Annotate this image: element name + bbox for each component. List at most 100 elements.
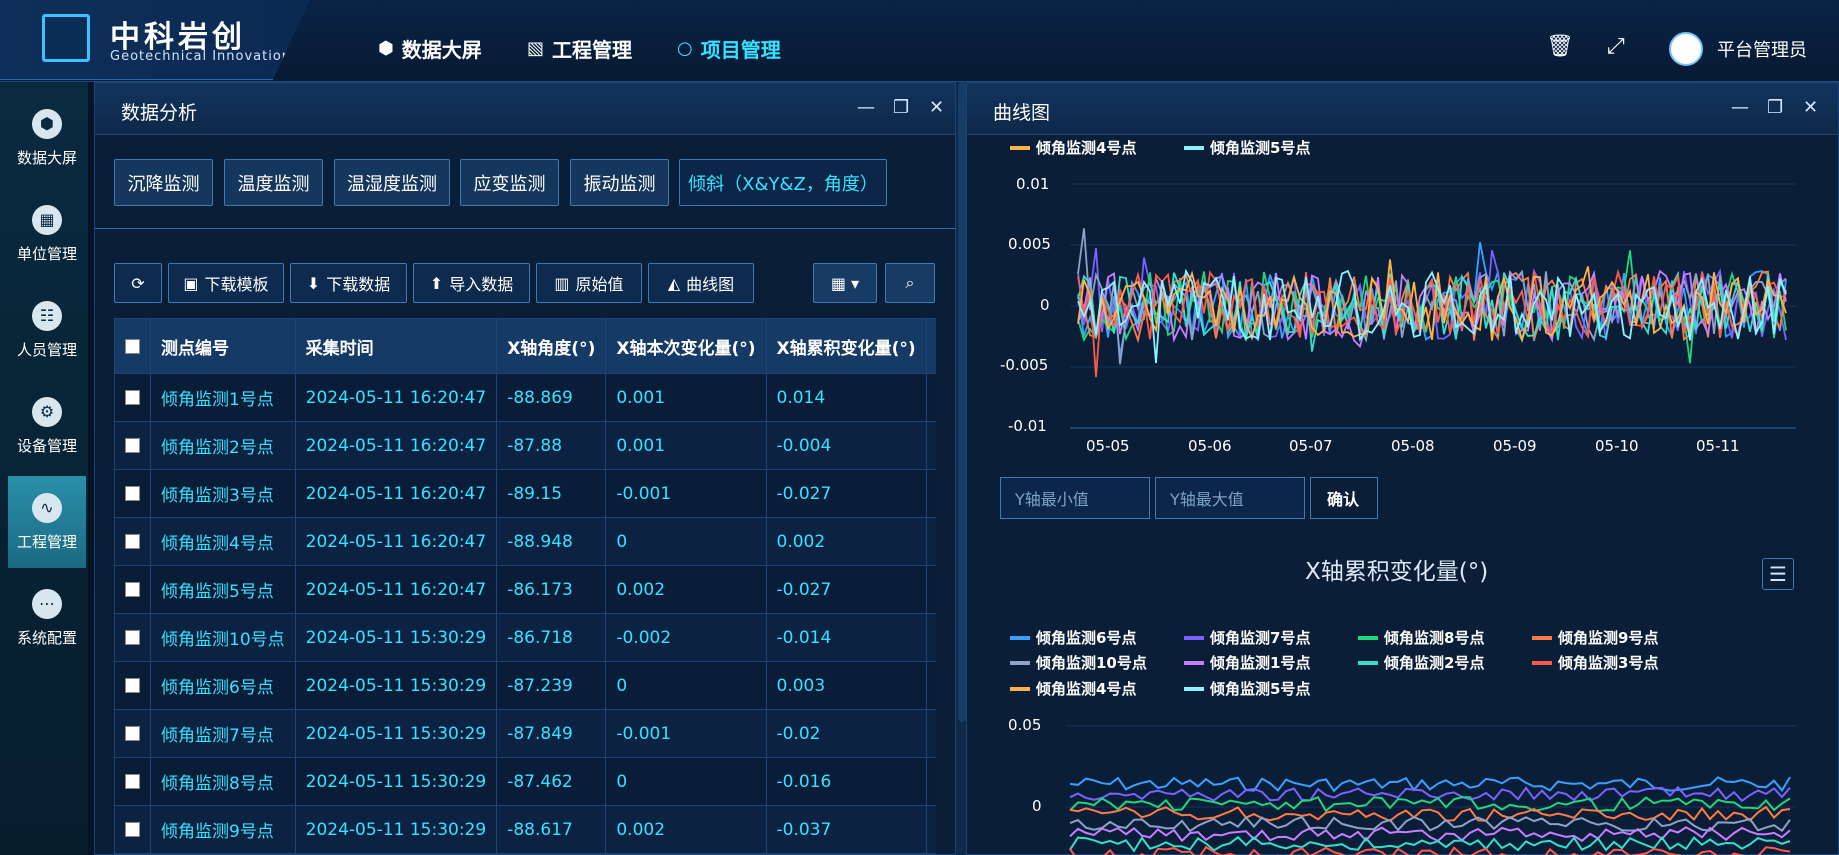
col-header[interactable]: X轴本次变化量(°) <box>605 318 767 374</box>
sidebar-item-devices[interactable]: ⚙ 设备管理 <box>8 380 86 472</box>
row-checkbox[interactable] <box>125 534 140 549</box>
row-checkbox[interactable] <box>125 486 140 501</box>
tab-temperature[interactable]: 温度监测 <box>224 159 323 206</box>
scrollbar-thumb[interactable] <box>958 82 966 722</box>
tab-strain[interactable]: 应变监测 <box>460 159 559 206</box>
select-all-cell[interactable] <box>114 318 151 374</box>
legend-item[interactable]: 倾角监测5号点 <box>1184 137 1310 158</box>
table-cell[interactable]: 倾角监测2号点 <box>150 421 296 470</box>
legend-item[interactable]: 倾角监测4号点 <box>1010 137 1136 158</box>
row-checkbox[interactable] <box>125 390 140 405</box>
col-header[interactable]: Y <box>925 318 936 374</box>
table-row[interactable]: 倾角监测6号点2024-05-11 15:30:29-87.23900.003- <box>114 661 936 710</box>
col-header[interactable]: 采集时间 <box>294 318 498 374</box>
row-checkbox[interactable] <box>125 678 140 693</box>
row-select-cell[interactable] <box>114 517 151 566</box>
cumulative-line-chart[interactable] <box>1066 724 1796 855</box>
tab-temp-humidity[interactable]: 温湿度监测 <box>334 159 450 206</box>
table-cell[interactable]: 倾角监测6号点 <box>150 661 296 710</box>
table-cell[interactable]: 倾角监测10号点 <box>150 613 296 662</box>
search-button[interactable]: ⌕ <box>885 263 935 303</box>
legend-item[interactable]: 倾角监测3号点 <box>1532 652 1658 673</box>
col-header[interactable]: 测点编号 <box>150 318 296 374</box>
table-row[interactable]: 倾角监测1号点 2024-05-11 16:20:47 -88.869 0.001 0.… <box>114 373 936 422</box>
import-data-button[interactable]: ⬆ 导入数据 <box>413 263 530 303</box>
sidebar-item-personnel[interactable]: ☷ 人员管理 <box>8 284 86 376</box>
legend-item[interactable]: 倾角监测9号点 <box>1532 627 1658 648</box>
table-row[interactable]: 倾角监测2号点 2024-05-11 16:20:47 -87.88 0.001 -0.… <box>114 421 936 470</box>
row-select-cell[interactable] <box>114 613 151 662</box>
download-data-button[interactable]: ⬇ 下载数据 <box>290 263 407 303</box>
row-checkbox[interactable] <box>125 438 140 453</box>
col-header[interactable]: X轴累积变化量(°) <box>765 318 927 374</box>
table-row[interactable]: 倾角监测10号点 2024-05-11 15:30:29 -86.718 -0.002… <box>114 613 936 662</box>
fullscreen-icon[interactable]: ⤢ <box>1607 34 1625 59</box>
minimize-icon[interactable]: — <box>1731 97 1749 118</box>
curve-chart-button[interactable]: ◭ 曲线图 <box>648 263 754 303</box>
legend-item[interactable]: 倾角监测4号点 <box>1010 678 1136 699</box>
row-checkbox[interactable] <box>125 726 140 741</box>
column-toggle-button[interactable]: ▦ ▾ <box>813 263 877 303</box>
tilt-line-chart[interactable] <box>1070 180 1796 430</box>
row-checkbox[interactable] <box>125 822 140 837</box>
table-cell[interactable]: 倾角监测4号点 <box>150 517 296 566</box>
legend-item[interactable]: 倾角监测5号点 <box>1184 678 1310 699</box>
select-all-checkbox[interactable] <box>125 338 140 354</box>
legend-item[interactable]: 倾角监测6号点 <box>1010 627 1136 648</box>
user-name[interactable]: 平台管理员 <box>1717 36 1807 62</box>
legend-item[interactable]: 倾角监测2号点 <box>1358 652 1484 673</box>
table-cell[interactable]: 倾角监测1号点 <box>150 373 296 422</box>
close-icon[interactable]: ✕ <box>1803 97 1818 118</box>
row-select-cell[interactable] <box>114 421 151 470</box>
raw-values-button[interactable]: ▥ 原始值 <box>536 263 642 303</box>
y-max-input[interactable]: Y轴最大值 <box>1155 477 1305 519</box>
row-checkbox[interactable] <box>125 774 140 789</box>
table-row[interactable]: 倾角监测8号点 2024-05-11 15:30:29 -87.462 0 -0.016… <box>114 757 936 806</box>
confirm-button[interactable]: 确认 <box>1310 477 1378 519</box>
table-cell[interactable]: 倾角监测3号点 <box>150 469 296 518</box>
trash-icon[interactable]: 🗑 <box>1546 34 1574 59</box>
table-row[interactable]: 倾角监测3号点 2024-05-11 16:20:47 -89.15 -0.001 -0… <box>114 469 936 518</box>
maximize-icon[interactable]: ❐ <box>893 97 909 118</box>
minimize-icon[interactable]: — <box>857 97 875 118</box>
row-select-cell[interactable] <box>114 661 151 710</box>
table-row[interactable]: 倾角监测7号点 2024-05-11 15:30:29 -87.849 -0.001-… <box>114 709 936 758</box>
row-select-cell[interactable] <box>114 373 151 422</box>
nav-item-dashboard[interactable]: ⬢ 数据大屏 <box>378 34 482 63</box>
table-cell[interactable]: 倾角监测8号点 <box>150 757 296 806</box>
tab-vibration[interactable]: 振动监测 <box>570 159 669 206</box>
close-icon[interactable]: ✕ <box>929 97 944 118</box>
nav-item-project[interactable]: ○ 项目管理 <box>677 34 781 63</box>
table-cell[interactable]: 倾角监测7号点 <box>150 709 296 758</box>
legend-item[interactable]: 倾角监测1号点 <box>1184 652 1310 673</box>
row-select-cell[interactable] <box>114 805 151 854</box>
table-cell[interactable]: 倾角监测5号点 <box>150 565 296 614</box>
sidebar-item-engineering[interactable]: ∿ 工程管理 <box>8 476 86 568</box>
legend-item[interactable]: 倾角监测10号点 <box>1010 652 1147 673</box>
tab-settlement[interactable]: 沉降监测 <box>114 159 213 206</box>
row-select-cell[interactable] <box>114 565 151 614</box>
y-min-input[interactable]: Y轴最小值 <box>1000 477 1150 519</box>
nav-item-engineering[interactable]: ▧ 工程管理 <box>527 34 632 63</box>
sidebar-item-dashboard[interactable]: ⬢ 数据大屏 <box>8 92 86 184</box>
row-checkbox[interactable] <box>125 630 140 645</box>
legend-item[interactable]: 倾角监测8号点 <box>1358 627 1484 648</box>
maximize-icon[interactable]: ❐ <box>1767 97 1783 118</box>
row-select-cell[interactable] <box>114 757 151 806</box>
legend-item[interactable]: 倾角监测7号点 <box>1184 627 1310 648</box>
row-select-cell[interactable] <box>114 709 151 758</box>
tab-tilt[interactable]: 倾斜（X&Y&Z，角度） <box>679 159 887 206</box>
row-select-cell[interactable] <box>114 469 151 518</box>
download-template-button[interactable]: ▣ 下载模板 <box>168 263 284 303</box>
avatar[interactable] <box>1669 32 1703 66</box>
menu-icon[interactable]: ☰ <box>1762 558 1794 590</box>
col-header[interactable]: X轴角度(°) <box>496 318 607 374</box>
row-checkbox[interactable] <box>125 582 140 597</box>
sidebar-item-config[interactable]: ⋯ 系统配置 <box>8 572 86 664</box>
table-row[interactable]: 倾角监测9号点 2024-05-11 15:30:29 -88.617 0.002 -0… <box>114 805 936 854</box>
sidebar-item-units[interactable]: ▦ 单位管理 <box>8 188 86 280</box>
table-row[interactable]: 倾角监测5号点 2024-05-11 16:20:47 -86.173 0.002 -0… <box>114 565 936 614</box>
table-cell[interactable]: 倾角监测9号点 <box>150 805 296 854</box>
refresh-button[interactable]: ⟳ <box>114 263 162 303</box>
table-row[interactable]: 倾角监测4号点2024-05-11 16:20:47-88.94800.0021 <box>114 517 936 566</box>
